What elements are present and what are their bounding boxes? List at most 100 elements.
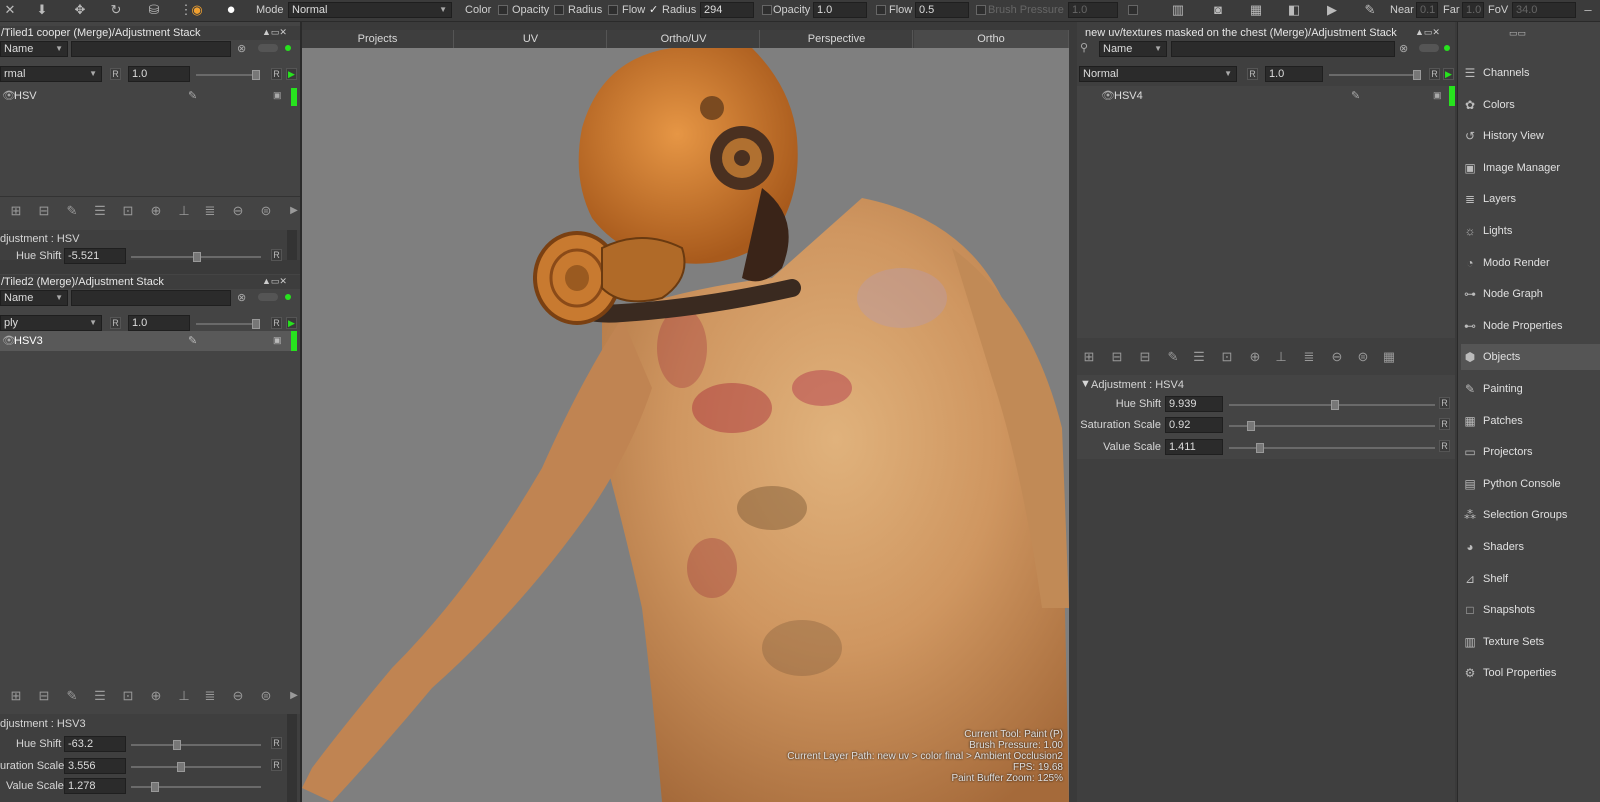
slider-knob[interactable] [1413, 70, 1421, 80]
value-scale-input[interactable]: 1.411 [1165, 439, 1223, 455]
opacity-input[interactable]: 1.0 [128, 66, 190, 82]
transform-tool-icon[interactable]: ↻ [108, 3, 124, 17]
radius-check-icon[interactable]: ✓ [649, 0, 658, 22]
bucket-tool-icon[interactable]: ⛁ [146, 3, 162, 17]
layer-row[interactable]: 👁 HSV ✎ ▣ [0, 86, 300, 106]
grid-icon[interactable]: ▦ [1248, 3, 1264, 17]
opacity-slider[interactable] [1329, 70, 1421, 80]
slider-knob[interactable] [1331, 400, 1339, 410]
add-fill-icon[interactable]: ☰ [1191, 349, 1207, 365]
add-paint-icon[interactable]: ✎ [1165, 349, 1181, 365]
opacity2-checkbox[interactable] [762, 5, 772, 15]
radius-input[interactable]: 294 [700, 2, 754, 18]
align-icon[interactable]: ⊥ [176, 203, 192, 219]
saturation-scale-input[interactable]: 3.556 [64, 758, 126, 774]
sidebar-item-node-properties[interactable]: ⊷ Node Properties [1461, 313, 1600, 339]
sidebar-item-modo-render[interactable]: ◔ Modo Render [1461, 250, 1600, 276]
opacity-slider[interactable] [196, 319, 260, 329]
delete-layer-icon[interactable]: ⊖ [230, 203, 246, 219]
tab-uv[interactable]: UV [455, 30, 607, 48]
add-layer-icon[interactable]: ⊞ [8, 203, 24, 219]
opacity-input[interactable]: 1.0 [128, 315, 190, 331]
play-icon[interactable]: ▶ [1443, 68, 1454, 80]
merge-icon[interactable]: ⊜ [258, 688, 274, 704]
hue-shift-input[interactable]: -5.521 [64, 248, 126, 264]
tab-perspective[interactable]: Perspective [761, 30, 913, 48]
sidebar-item-objects[interactable]: ⬢ Objects [1461, 344, 1600, 371]
value-scale-slider[interactable] [1229, 443, 1435, 453]
sidebar-item-history-view[interactable]: ↺ History View [1461, 123, 1600, 149]
sidebar-item-python-console[interactable]: ▤ Python Console [1461, 471, 1600, 497]
align-icon[interactable]: ⊥ [176, 688, 192, 704]
play-icon[interactable]: ▶ [286, 68, 297, 80]
sidebar-item-patches[interactable]: ▦ Patches [1461, 408, 1600, 434]
slider-knob[interactable] [151, 782, 159, 792]
reset-button[interactable]: R [1247, 68, 1258, 80]
add-mask-icon[interactable]: ⊡ [120, 688, 136, 704]
filter-dropdown[interactable]: Name ▼ [0, 290, 68, 306]
color-swatch-icon[interactable]: ● [223, 2, 239, 17]
saturation-scale-slider[interactable] [1229, 421, 1435, 431]
filter-dropdown[interactable]: Name ▼ [0, 41, 68, 57]
lock-icon[interactable]: ▣ [273, 90, 282, 101]
add-layer-icon[interactable]: ⊞ [8, 688, 24, 704]
sidebar-item-image-manager[interactable]: ▣ Image Manager [1461, 155, 1600, 181]
slider-knob[interactable] [177, 762, 185, 772]
filter-input[interactable] [71, 41, 231, 57]
layer-row[interactable]: 👁 HSV4 ✎ ▣ [1077, 86, 1455, 106]
sidebar-window-icons[interactable]: ▭▭ [1509, 28, 1526, 39]
list-icon[interactable]: ≣ [202, 688, 218, 704]
hue-shift-input[interactable]: -63.2 [64, 736, 126, 752]
shape-icon[interactable]: ◧ [1286, 3, 1302, 17]
delete-layer-icon[interactable]: ⊖ [1329, 349, 1345, 365]
sidebar-item-shelf[interactable]: ⊿ Shelf [1461, 566, 1600, 592]
slider-knob[interactable] [1247, 421, 1255, 431]
reset-button[interactable]: R [271, 759, 282, 771]
collapse-triangle-icon[interactable]: ▼ [1080, 378, 1091, 390]
reset-button[interactable]: R [1429, 68, 1440, 80]
toggle-switch[interactable] [258, 44, 278, 52]
value-scale-slider[interactable] [131, 782, 261, 792]
blend-mode-dropdown[interactable]: ply ▼ [0, 315, 102, 331]
camera-icon[interactable]: ◙ [1210, 3, 1226, 17]
add-layer-icon[interactable]: ⊞ [1081, 349, 1097, 365]
add-adjustment-icon[interactable]: ⊕ [148, 203, 164, 219]
sidebar-item-projectors[interactable]: ▭ Projectors [1461, 439, 1600, 465]
slider-knob[interactable] [252, 319, 260, 329]
close-tool-icon[interactable]: ✕ [2, 3, 18, 17]
reset-button[interactable]: R [271, 317, 282, 329]
layer-row[interactable]: 👁 HSV3 ✎ ▣ [0, 331, 292, 351]
scrollbar[interactable] [287, 230, 297, 260]
reset-button[interactable]: R [1439, 418, 1450, 430]
add-paint-icon[interactable]: ✎ [64, 203, 80, 219]
feather-icon[interactable]: ✎ [1351, 89, 1360, 102]
flow2-checkbox[interactable] [876, 5, 886, 15]
blend-mode-dropdown[interactable]: rmal ▼ [0, 66, 102, 82]
value-scale-input[interactable]: 1.278 [64, 778, 126, 794]
reset-button[interactable]: R [271, 249, 282, 261]
save-icon[interactable]: ⬇ [34, 3, 50, 17]
panel-window-icons[interactable]: ▲▭✕ [262, 27, 287, 38]
sidebar-item-snapshots[interactable]: □ Snapshots [1461, 597, 1600, 623]
reset-button[interactable]: R [1439, 440, 1450, 452]
search-icon[interactable]: ⚲ [1080, 41, 1088, 54]
filter-input[interactable] [71, 290, 231, 306]
flow-checkbox[interactable] [608, 5, 618, 15]
feather-icon[interactable]: ✎ [188, 89, 197, 102]
play-icon[interactable]: ▶ [1324, 3, 1340, 17]
add-fill-icon[interactable]: ☰ [92, 203, 108, 219]
sidebar-item-layers[interactable]: ≣ Layers [1461, 186, 1600, 212]
add-folder-icon[interactable]: ⊟ [1137, 349, 1153, 365]
hue-shift-slider[interactable] [131, 252, 261, 262]
opacity2-input[interactable]: 1.0 [813, 2, 867, 18]
radius-checkbox[interactable] [554, 5, 564, 15]
add-paint-icon[interactable]: ✎ [64, 688, 80, 704]
fov-input[interactable]: 34.0 [1512, 2, 1576, 18]
grid-icon[interactable]: ▦ [1381, 349, 1397, 365]
feather-icon[interactable]: ✎ [188, 334, 197, 347]
toggle-switch[interactable] [258, 293, 278, 301]
merge-icon[interactable]: ⊜ [258, 203, 274, 219]
sidebar-item-channels[interactable]: ☰ Channels [1461, 60, 1600, 86]
slider-knob[interactable] [193, 252, 201, 262]
reset-button[interactable]: R [271, 737, 282, 749]
